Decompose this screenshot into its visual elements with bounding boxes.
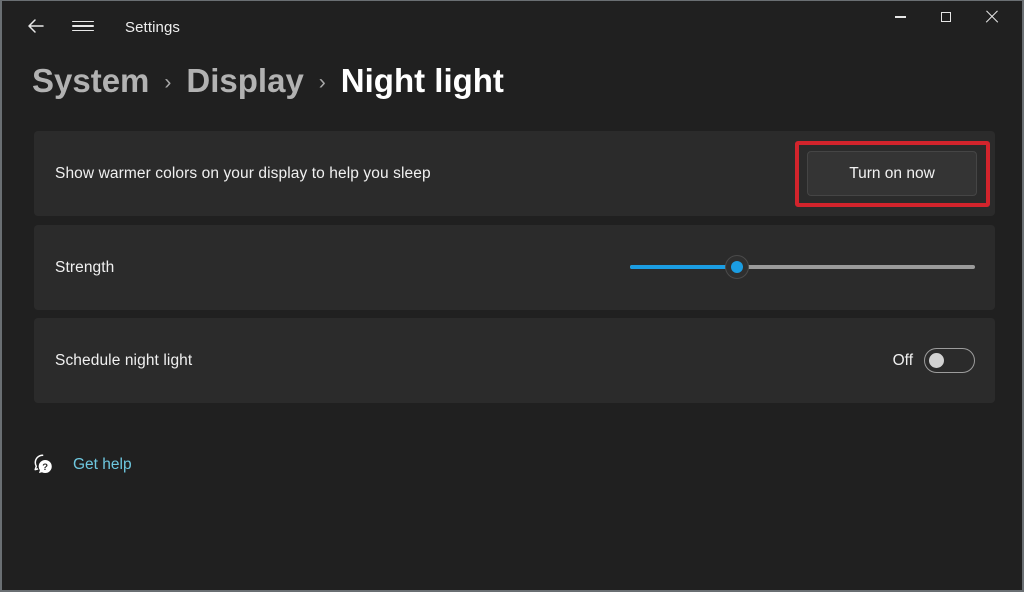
schedule-night-light-label: Schedule night light: [55, 351, 193, 369]
maximize-button[interactable]: [923, 1, 969, 33]
strength-label: Strength: [55, 258, 115, 276]
hamburger-menu-button[interactable]: [64, 11, 102, 41]
minimize-icon: [894, 16, 906, 18]
back-arrow-icon: [28, 19, 44, 33]
schedule-night-light-card: Schedule night light: [34, 318, 995, 403]
help-question-bubble-icon: ?: [34, 454, 53, 475]
hamburger-icon: [72, 18, 94, 35]
strength-slider[interactable]: [630, 255, 975, 279]
slider-fill: [630, 265, 737, 269]
night-light-description: Show warmer colors on your display to he…: [55, 164, 431, 182]
breadcrumb-item-display[interactable]: Display: [186, 61, 303, 101]
breadcrumb-item-night-light: Night light: [340, 62, 504, 99]
svg-text:?: ?: [42, 462, 48, 473]
back-button[interactable]: [16, 11, 56, 41]
close-button[interactable]: [969, 1, 1015, 33]
breadcrumb: System › Display › Night light: [32, 59, 504, 103]
maximize-icon: [941, 12, 951, 22]
slider-thumb[interactable]: [724, 255, 749, 279]
get-help-link[interactable]: Get help: [73, 455, 132, 475]
turn-on-now-button[interactable]: Turn on now: [807, 151, 977, 196]
settings-window: Settings System › Display › Night light …: [0, 0, 1024, 592]
schedule-night-light-toggle[interactable]: [924, 348, 975, 373]
minimize-button[interactable]: [877, 1, 923, 33]
get-help-row: ? Get help: [30, 449, 132, 481]
close-icon: [985, 10, 999, 24]
breadcrumb-separator: ›: [318, 71, 326, 94]
app-title: Settings: [125, 19, 180, 36]
title-bar: Settings: [2, 1, 1022, 48]
breadcrumb-separator: ›: [164, 71, 172, 94]
toggle-knob: [929, 353, 944, 368]
schedule-toggle-state-label: Off: [892, 352, 913, 369]
breadcrumb-item-system[interactable]: System: [32, 61, 149, 101]
